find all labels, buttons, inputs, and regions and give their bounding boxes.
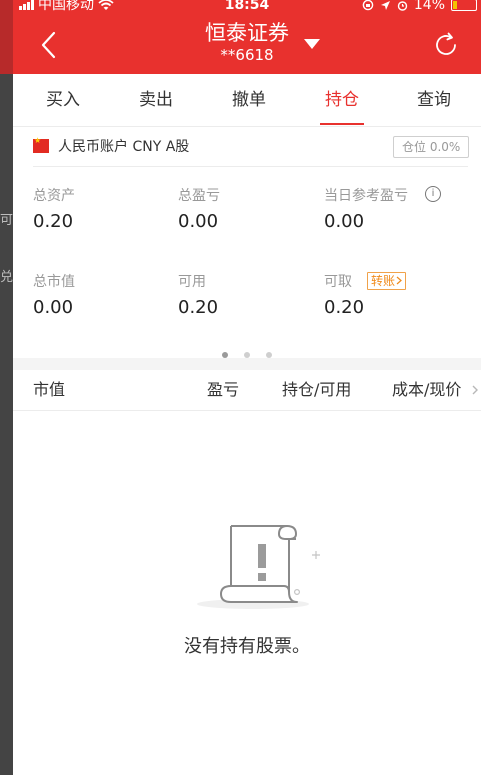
background-app-text: 兑 [0,270,13,285]
available-value: 0.20 [178,297,219,318]
account-switcher[interactable]: 恒泰证券 **6618 [13,20,481,64]
chevron-right-icon[interactable] [471,383,479,397]
column-cost-price: 成本/现价 [392,380,462,399]
tab-query[interactable]: 查询 [394,74,474,126]
background-app-header [0,0,13,74]
china-flag-icon [33,136,49,153]
tab-cancel-order[interactable]: 撤单 [209,74,289,126]
total-pnl-value: 0.00 [178,211,219,232]
background-app-text: 可 [0,213,13,228]
broker-title: 恒泰证券 [205,21,289,45]
battery-icon [451,0,477,11]
account-label: 人民币账户 CNY A股 [58,139,190,155]
document-exclamation-icon [197,525,320,609]
app-window: 中国移动 18:54 14% 恒泰证券 **6618 买入 卖出 撤单 持仓 查… [13,0,481,775]
background-app-edge: 可 兑 [0,0,13,775]
total-pnl-label: 总盈亏 [178,188,220,204]
divider [33,166,468,167]
empty-illustration [197,525,320,609]
empty-state-message: 没有持有股票。 [184,636,310,657]
transfer-label: 转账 [371,274,396,288]
today-pnl-value: 0.00 [324,211,365,232]
transfer-button[interactable]: 转账 [367,272,407,290]
tab-holdings[interactable]: 持仓 [302,74,382,126]
refresh-icon [436,32,456,55]
withdrawable-value: 0.20 [324,297,365,318]
withdrawable-label: 可取 [324,274,352,290]
tab-buy[interactable]: 买入 [23,74,103,126]
info-icon[interactable]: i [425,186,441,202]
account-number: **6618 [220,46,274,64]
rotation-lock-icon [362,0,374,11]
column-position-available: 持仓/可用 [282,380,352,399]
total-assets-value: 0.20 [33,211,74,232]
market-value-label: 总市值 [33,274,75,290]
position-ratio-badge: 仓位 0.0% [393,136,470,158]
available-label: 可用 [178,274,206,290]
app-header: 中国移动 18:54 14% 恒泰证券 **6618 [13,0,481,74]
status-right: 14% [362,0,477,13]
alarm-icon [397,0,408,11]
section-divider [13,358,481,370]
total-assets-label: 总资产 [33,188,75,204]
location-icon [380,0,390,10]
today-pnl-label: 当日参考盈亏 [324,188,408,204]
trade-tabs: 买入 卖出 撤单 持仓 查询 [13,74,481,127]
holdings-table-header: 市值 盈亏 持仓/可用 成本/现价 [13,370,481,411]
column-pnl: 盈亏 [207,380,240,399]
status-bar: 中国移动 18:54 14% [13,0,481,16]
refresh-button[interactable] [431,30,461,60]
column-market-value: 市值 [33,380,66,399]
market-value-value: 0.00 [33,297,74,318]
caret-down-icon[interactable] [303,38,321,50]
tab-sell[interactable]: 卖出 [116,74,196,126]
account-row: 人民币账户 CNY A股 仓位 0.0% [13,127,481,165]
battery-label: 14% [413,0,445,13]
chevron-right-icon [396,276,402,285]
